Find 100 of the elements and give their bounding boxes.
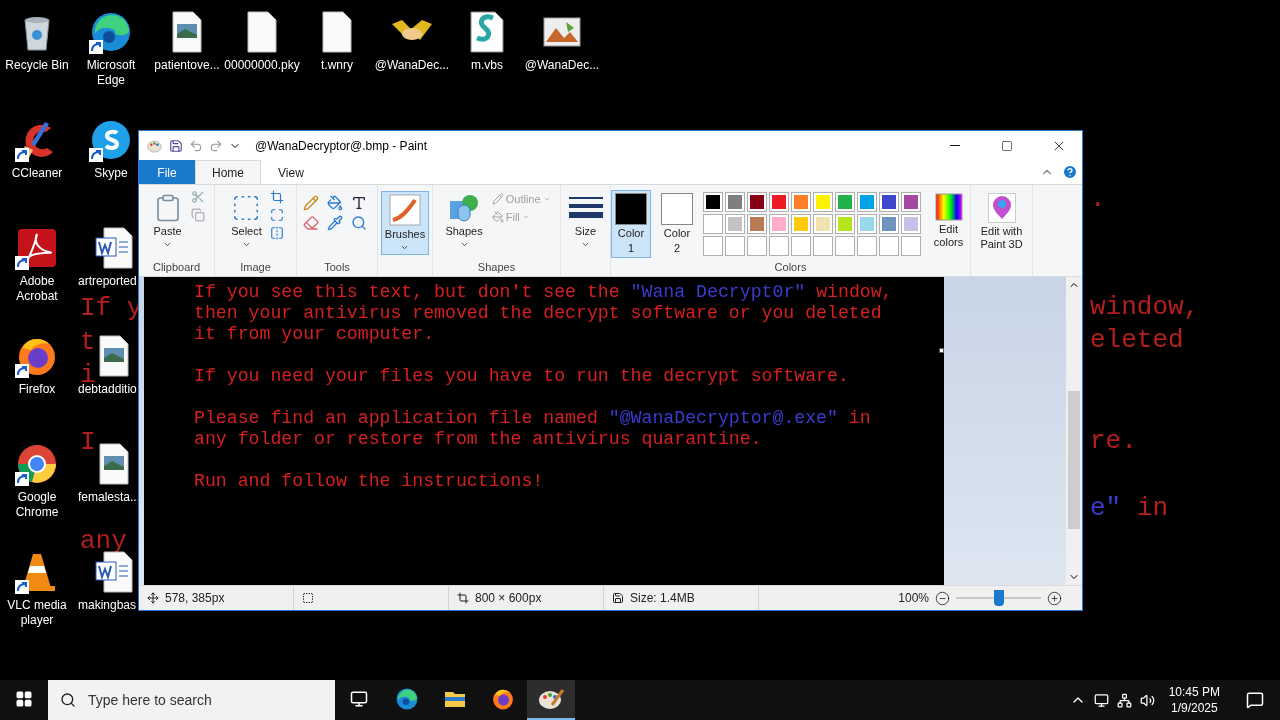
shapes-button[interactable]: Shapes <box>441 190 487 252</box>
palette-swatch[interactable] <box>901 192 921 212</box>
paint-3d-icon <box>987 193 1016 223</box>
palette-swatch[interactable] <box>725 214 745 234</box>
fill-bucket-icon[interactable] <box>327 195 343 211</box>
canvas-text-line: then your antivirus removed the decrypt software or you deleted <box>194 303 882 324</box>
select-button[interactable]: Select <box>227 190 266 252</box>
paste-button[interactable]: Paste <box>148 190 187 252</box>
desktop-icon-label[interactable]: CCleaner <box>11 166 63 181</box>
copy-icon[interactable] <box>190 208 205 222</box>
word-document-icon <box>92 226 136 270</box>
rotate-icon[interactable] <box>269 226 284 240</box>
desktop-icon-label[interactable]: 00000000.pky <box>224 58 300 73</box>
pencil-icon[interactable] <box>303 195 319 211</box>
palette-swatch[interactable] <box>703 214 723 234</box>
brushes-button[interactable]: Brushes <box>380 191 430 255</box>
palette-swatch[interactable] <box>769 192 789 212</box>
desktop-icon-label[interactable]: m.vbs <box>471 58 503 73</box>
vertical-scrollbar[interactable] <box>1066 277 1082 585</box>
desktop-icon-label[interactable]: makingbas <box>78 598 137 613</box>
canvas-text-line: it from your computer. <box>194 324 435 345</box>
network-icon[interactable] <box>1116 692 1132 708</box>
taskbar-app-button[interactable] <box>527 680 575 720</box>
empty-swatch[interactable] <box>703 236 723 256</box>
canvas-text-line: Please find an application file named "@WanaDecryptor@.exe" in <box>194 408 871 429</box>
palette-swatch[interactable] <box>857 192 877 212</box>
wallpaper-text: I <box>80 431 96 453</box>
color-slot-button[interactable]: Color 1 <box>611 190 651 258</box>
undo-icon[interactable] <box>189 138 203 153</box>
palette-swatch[interactable] <box>813 214 833 234</box>
desktop-icon-label[interactable]: Adobe Acrobat <box>0 274 74 304</box>
empty-swatch[interactable] <box>901 236 921 256</box>
empty-swatch[interactable] <box>725 236 745 256</box>
empty-swatch[interactable] <box>769 236 789 256</box>
resize-icon[interactable] <box>269 208 284 222</box>
desktop-icon-label[interactable]: Skype <box>94 166 128 181</box>
taskbar-search-field[interactable]: Type here to search <box>48 680 335 720</box>
crop-icon[interactable] <box>269 190 284 204</box>
maximize-icon <box>1001 139 1013 152</box>
desktop-icon-label[interactable]: @WanaDec... <box>524 58 600 73</box>
zoom-in-icon[interactable] <box>1047 590 1062 606</box>
paint-3d-button[interactable]: Edit with Paint 3D <box>971 190 1032 254</box>
desktop-icon-label[interactable]: t.wnry <box>321 58 353 73</box>
redo-icon[interactable] <box>209 138 223 153</box>
empty-swatch[interactable] <box>747 236 767 256</box>
eraser-icon[interactable] <box>303 215 319 231</box>
tray-monitor-icon[interactable] <box>1093 692 1109 708</box>
resize-handle[interactable] <box>939 348 944 353</box>
palette-swatch[interactable] <box>901 214 921 234</box>
cut-icon[interactable] <box>190 190 205 204</box>
caret-icon <box>163 240 172 249</box>
size-button[interactable]: Size <box>564 192 607 252</box>
group-label: Tools <box>323 261 351 275</box>
palette-swatch[interactable] <box>703 192 723 212</box>
desktop-icon-label[interactable]: Google Chrome <box>0 490 74 520</box>
zoom-out-icon[interactable] <box>935 590 950 606</box>
empty-swatch[interactable] <box>857 236 877 256</box>
palette-swatch[interactable] <box>791 192 811 212</box>
empty-swatch[interactable] <box>879 236 899 256</box>
color-picker-icon[interactable] <box>327 215 343 231</box>
volume-icon[interactable] <box>1139 692 1155 708</box>
pencil-icon <box>491 193 504 205</box>
desktop-icon-label[interactable]: artreported <box>78 274 137 289</box>
text-tool-icon[interactable] <box>351 195 367 211</box>
desktop-icon-label[interactable]: VLC media player <box>0 598 74 628</box>
palette-swatch[interactable] <box>725 192 745 212</box>
empty-swatch[interactable] <box>813 236 833 256</box>
palette-swatch[interactable] <box>835 192 855 212</box>
help-icon[interactable] <box>1062 164 1078 180</box>
notifications-icon[interactable] <box>1246 691 1264 709</box>
desktop-icon-label[interactable]: Recycle Bin <box>5 58 69 73</box>
file-menu-tab[interactable]: File <box>139 160 195 184</box>
palette-swatch[interactable] <box>835 214 855 234</box>
palette-swatch[interactable] <box>769 214 789 234</box>
empty-swatch[interactable] <box>835 236 855 256</box>
palette-swatch[interactable] <box>879 192 899 212</box>
palette-swatch[interactable] <box>813 192 833 212</box>
edit-colors-button[interactable]: Edit colors <box>927 190 970 252</box>
slider-thumb[interactable] <box>994 590 1005 606</box>
chrome-icon <box>15 442 59 486</box>
empty-swatch[interactable] <box>791 236 811 256</box>
color-slot-button[interactable]: Color 2 <box>657 190 697 258</box>
desktop-icon-label[interactable]: femalesta... <box>78 490 141 505</box>
acrobat-icon <box>15 226 59 270</box>
desktop-icon-label[interactable]: @WanaDec... <box>374 58 450 73</box>
palette-swatch[interactable] <box>879 214 899 234</box>
palette-swatch[interactable] <box>747 214 767 234</box>
magnifier-icon[interactable] <box>351 215 367 231</box>
palette-swatch[interactable] <box>747 192 767 212</box>
desktop-icon-label[interactable]: patientove... <box>154 58 220 73</box>
clock[interactable]: 10:45 PM 1/9/2025 <box>1162 684 1226 716</box>
save-icon[interactable] <box>169 138 183 153</box>
desktop-icon-label[interactable]: debtadditio <box>78 382 137 397</box>
brush-icon <box>389 194 421 226</box>
desktop-icon-label[interactable]: Firefox <box>18 382 56 397</box>
palette-swatch[interactable] <box>857 214 877 234</box>
palette-swatch[interactable] <box>791 214 811 234</box>
ribbon-tab[interactable]: Home <box>195 160 261 184</box>
color-spectrum-icon <box>934 193 963 221</box>
desktop-icon-label[interactable]: Microsoft Edge <box>74 58 148 88</box>
